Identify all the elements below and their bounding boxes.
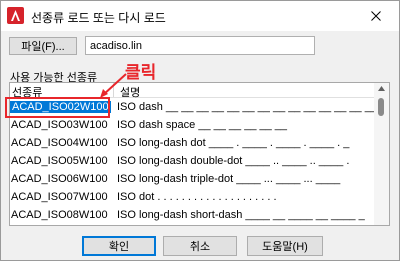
linetype-name: ACAD_ISO04W100 — [11, 137, 108, 149]
click-annotation: 클릭 — [125, 63, 157, 82]
click-highlight-box — [5, 97, 110, 118]
linetype-description: ISO long-dash double-dot ____ .. ____ ..… — [117, 155, 350, 167]
help-button[interactable]: 도움말(H) — [247, 236, 323, 256]
linetype-row[interactable]: ACAD_ISO04W100 ISO long-dash dot ____ . _… — [10, 135, 376, 153]
window-title: 선종류 로드 또는 다시 로드 — [31, 11, 166, 25]
ok-button[interactable]: 확인 — [82, 236, 156, 256]
linetype-name: ACAD_ISO08W100 — [11, 209, 108, 221]
linetype-name: ACAD_ISO05W100 — [11, 155, 108, 167]
linetype-description: ISO long-dash short-dash ____ __ ____ __… — [117, 209, 365, 221]
linetype-row[interactable]: ACAD_ISO09W100ISO long-dash double-short… — [10, 225, 376, 226]
scrollbar-thumb[interactable] — [378, 98, 384, 116]
linetype-load-dialog: 선종류 로드 또는 다시 로드 파일(F)... 사용 가능한 선종류 선종류 … — [0, 0, 400, 261]
linetype-row[interactable]: ACAD_ISO05W100 ISO long-dash double-dot _… — [10, 153, 376, 171]
file-button[interactable]: 파일(F)... — [9, 37, 77, 55]
title-bar[interactable]: 선종류 로드 또는 다시 로드 — [1, 1, 399, 31]
linetype-description: ISO long-dash dot ____ . ____ . ____ . _… — [117, 137, 350, 149]
linetype-description: ISO long-dash triple-dot ____ ... ____ .… — [117, 173, 341, 185]
list-header: 선종류 설명 — [10, 83, 376, 99]
close-button[interactable] — [353, 1, 399, 31]
linetype-row[interactable]: ACAD_ISO03W100 ISO dash space __ __ __ __… — [10, 117, 376, 135]
linetype-name: ACAD_ISO03W100 — [11, 119, 108, 131]
list-rows: ACAD_ISO02W100 ISO dash __ __ __ __ __ __… — [10, 99, 377, 226]
close-icon — [371, 11, 381, 21]
linetype-row[interactable]: ACAD_ISO07W100 ISO dot . . . . . . . . . … — [10, 189, 376, 207]
linetype-description: ISO dot . . . . . . . . . . . . . . . . … — [117, 191, 277, 203]
linetype-row[interactable]: ACAD_ISO08W100 ISO long-dash short-dash _… — [10, 207, 376, 225]
vertical-scrollbar[interactable] — [374, 83, 389, 225]
autocad-logo-icon — [7, 7, 24, 24]
linetype-description: ISO dash __ __ __ __ __ __ __ __ __ __ _… — [117, 101, 377, 113]
linetype-row[interactable]: ACAD_ISO06W100 ISO long-dash triple-dot _… — [10, 171, 376, 189]
file-name-field[interactable] — [85, 36, 315, 55]
scroll-up-arrow-icon[interactable] — [378, 86, 385, 91]
linetype-name: ACAD_ISO07W100 — [11, 191, 108, 203]
linetype-name: ACAD_ISO06W100 — [11, 173, 108, 185]
linetype-description: ISO dash space __ __ __ __ __ __ — [117, 119, 288, 131]
cancel-button[interactable]: 취소 — [163, 236, 237, 256]
annotation-arrow-icon — [100, 73, 127, 98]
